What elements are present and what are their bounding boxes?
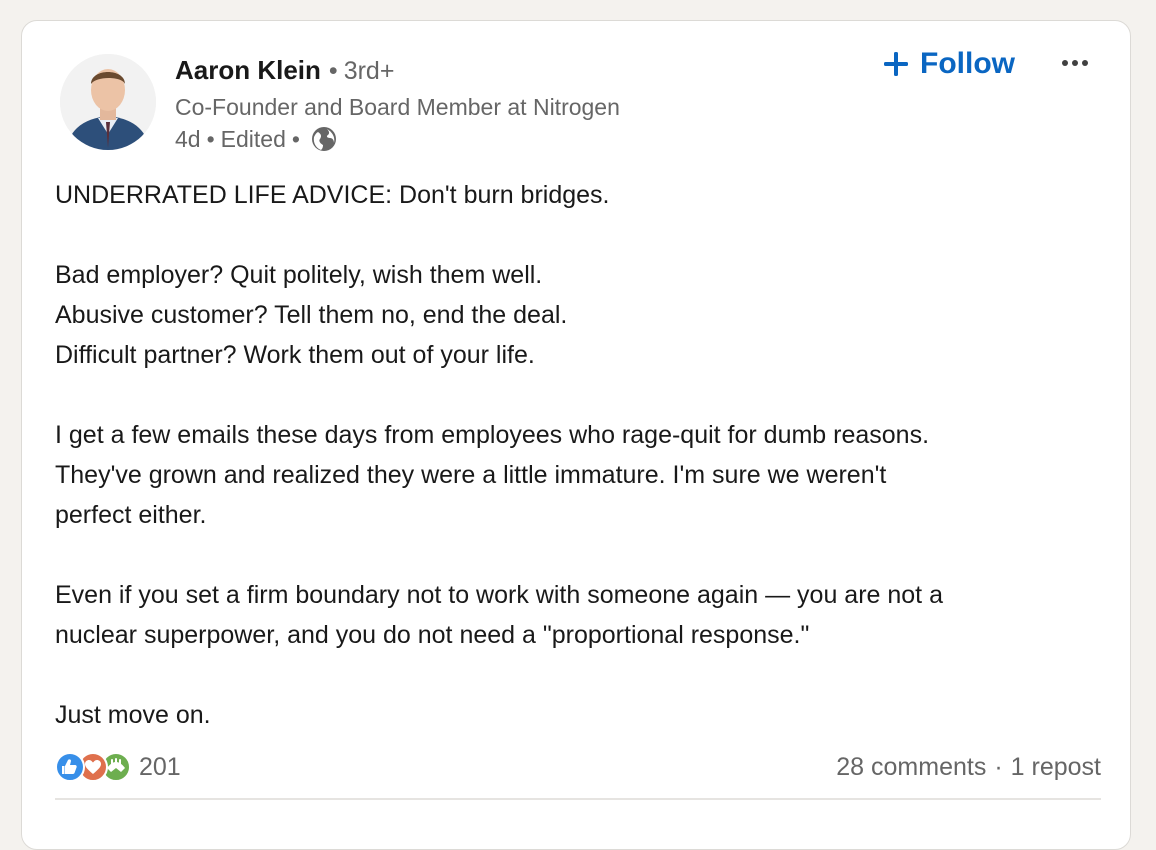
post-line: nuclear superpower, and you do not need … <box>55 621 810 649</box>
post-line: Bad employer? Quit politely, wish them w… <box>55 261 543 289</box>
connection-degree-label: 3rd+ <box>343 57 395 85</box>
reaction-count: 201 <box>139 752 181 781</box>
post-line: Difficult partner? Work them out of your… <box>55 341 535 369</box>
more-options-button[interactable] <box>1055 45 1097 81</box>
post-line: They've grown and realized they were a l… <box>55 461 887 489</box>
globe-icon <box>310 125 338 153</box>
post-line: Even if you set a firm boundary not to w… <box>55 581 943 609</box>
post-line: Abusive customer? Tell them no, end the … <box>55 301 568 329</box>
feed-post-card: Aaron Klein • 3rd+ Co-Founder and Board Me… <box>21 20 1131 850</box>
like-icon <box>55 752 85 782</box>
post-meta: 4d • Edited • <box>175 124 338 154</box>
actor-name[interactable]: Aaron Klein <box>175 55 321 85</box>
post-time[interactable]: 4d <box>175 124 201 154</box>
post-line: perfect either. <box>55 501 207 529</box>
edited-label: Edited <box>220 126 286 152</box>
plus-icon <box>882 50 910 78</box>
actor-name-line: Aaron Klein • 3rd+ <box>175 54 394 87</box>
follow-label: Follow <box>920 47 1015 80</box>
avatar-photo <box>60 54 156 150</box>
post-line: Just move on. <box>55 701 211 729</box>
post-line: UNDERRATED LIFE ADVICE: Don't burn bridg… <box>55 181 610 209</box>
reposts-count[interactable]: 1 repost <box>1011 753 1101 782</box>
connection-degree: • 3rd+ <box>328 57 395 85</box>
meta-separator: • <box>206 126 215 152</box>
counts-separator: · <box>994 752 1003 781</box>
reactions-summary[interactable]: 201 <box>55 751 181 783</box>
ellipsis-icon <box>1062 60 1088 66</box>
actor-avatar[interactable] <box>60 54 156 150</box>
engagement-counts: 28 comments · 1 repost <box>836 753 1101 782</box>
actor-headline: Co-Founder and Board Member at Nitrogen <box>175 94 620 120</box>
divider <box>55 798 1101 800</box>
social-counts-bar: 201 28 comments · 1 repost <box>55 749 1101 785</box>
comments-count[interactable]: 28 comments <box>836 753 986 782</box>
post-text: UNDERRATED LIFE ADVICE: Don't burn bridg… <box>55 175 1105 735</box>
meta-separator: • <box>291 126 300 152</box>
post-line: I get a few emails these days from emplo… <box>55 421 930 449</box>
reaction-icons <box>55 751 133 783</box>
follow-button[interactable]: Follow <box>882 43 1015 85</box>
